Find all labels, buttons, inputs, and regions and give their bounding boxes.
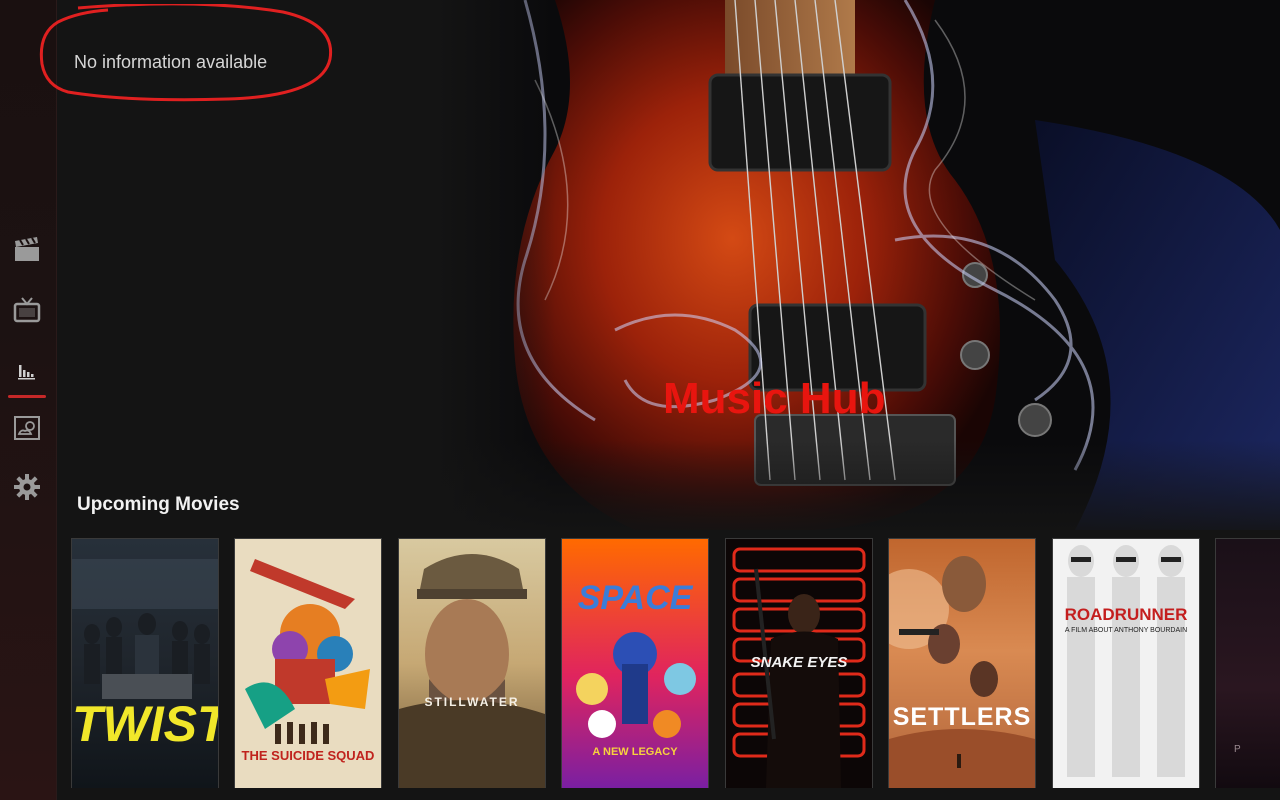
poster-title: P xyxy=(1234,744,1241,755)
poster-suicide-squad[interactable]: THE SUICIDE SQUAD xyxy=(234,538,382,788)
hero-title: Music Hub xyxy=(663,374,886,423)
poster-art xyxy=(399,554,545,788)
music-bars-icon xyxy=(12,355,42,390)
clapperboard-icon xyxy=(12,235,42,270)
nav-music[interactable] xyxy=(0,350,54,394)
poster-title: ROADRUNNER xyxy=(1064,605,1188,624)
poster-title: SPACE xyxy=(577,579,693,617)
poster-subtitle: A FILM ABOUT ANTHONY BOURDAIN xyxy=(1064,627,1188,634)
poster-roadrunner[interactable]: ROADRUNNER A FILM ABOUT ANTHONY BOURDAIN xyxy=(1052,538,1200,788)
hero-fade-bottom xyxy=(435,440,1280,530)
poster-title: TWIST xyxy=(72,696,219,752)
annotation-circle xyxy=(39,4,333,102)
nav-weather[interactable] xyxy=(0,408,54,452)
poster-title: SETTLERS xyxy=(892,703,1032,731)
poster-art xyxy=(1067,545,1185,777)
nav-tv[interactable] xyxy=(0,290,54,334)
row-title: Upcoming Movies xyxy=(77,494,240,515)
weather-icon xyxy=(12,413,42,448)
poster-settlers[interactable]: SETTLERS xyxy=(888,538,1036,788)
gear-icon xyxy=(12,472,42,507)
poster-partial[interactable]: P xyxy=(1215,538,1280,788)
poster-twist[interactable]: TWIST xyxy=(71,538,219,788)
poster-row: TWIST THE SUICIDE SQUAD STILLWATER SPACE… xyxy=(71,538,1280,788)
poster-art xyxy=(889,556,1035,788)
poster-stillwater[interactable]: STILLWATER xyxy=(398,538,546,788)
nav-settings[interactable] xyxy=(0,467,54,511)
active-indicator xyxy=(8,395,46,398)
poster-snake-eyes[interactable]: SNAKE EYES xyxy=(725,538,873,788)
tv-icon xyxy=(12,295,42,330)
poster-title: THE SUICIDE SQUAD xyxy=(241,748,375,763)
poster-subtitle: A NEW LEGACY xyxy=(592,746,678,758)
sidebar xyxy=(0,0,57,800)
poster-space-jam[interactable]: SPACE A NEW LEGACY xyxy=(561,538,709,788)
poster-title: SNAKE EYES xyxy=(750,654,848,671)
poster-title: STILLWATER xyxy=(424,695,520,709)
nav-movies[interactable] xyxy=(0,230,54,274)
hero-backdrop: Music Hub xyxy=(435,0,1280,530)
